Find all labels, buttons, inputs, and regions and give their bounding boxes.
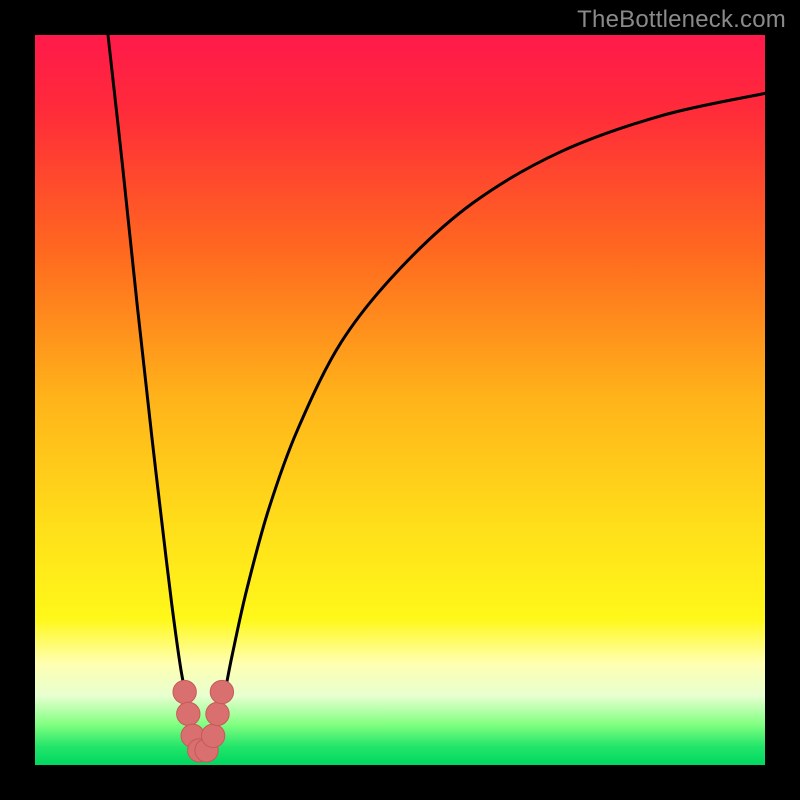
watermark-text: TheBottleneck.com [577, 6, 786, 34]
plot-background [35, 35, 765, 765]
highlight-marker [201, 724, 224, 747]
highlight-marker [206, 702, 229, 725]
chart-frame: TheBottleneck.com [0, 0, 800, 800]
bottleneck-chart [0, 0, 800, 800]
highlight-marker [177, 702, 200, 725]
highlight-marker [173, 680, 196, 703]
highlight-marker [210, 680, 233, 703]
